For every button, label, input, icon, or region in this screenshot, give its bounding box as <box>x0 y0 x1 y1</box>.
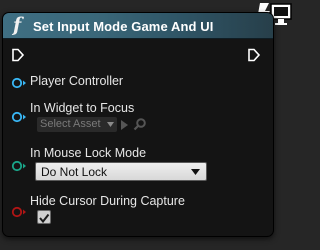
browse-magnifier-icon[interactable] <box>133 117 147 131</box>
hide-cursor-during-capture-label: Hide Cursor During Capture <box>30 194 185 208</box>
player-controller-pin[interactable] <box>11 76 27 89</box>
in-mouse-lock-mode-pin[interactable] <box>11 159 27 172</box>
mouse-lock-mode-dropdown[interactable]: Do Not Lock <box>35 162 207 181</box>
dropdown-caret-icon <box>191 169 200 175</box>
exec-out-icon <box>248 48 261 62</box>
hide-cursor-checkbox[interactable] <box>37 210 51 224</box>
in-mouse-lock-mode-label: In Mouse Lock Mode <box>30 146 147 160</box>
node-title: Set Input Mode Game And UI <box>33 19 214 34</box>
function-icon: f <box>13 14 22 36</box>
in-widget-to-focus-pin[interactable] <box>11 110 27 123</box>
exec-out-pin[interactable] <box>247 48 261 62</box>
player-controller-label: Player Controller <box>30 74 124 88</box>
in-widget-to-focus-label: In Widget to Focus <box>30 101 135 115</box>
exec-in-pin[interactable] <box>11 48 25 62</box>
select-asset-combo[interactable]: Select Asset <box>37 117 117 132</box>
set-input-mode-game-and-ui-node[interactable]: f Set Input Mode Game And UI Player Cont… <box>2 12 274 237</box>
mouse-lock-mode-value: Do Not Lock <box>41 165 108 179</box>
select-asset-text: Select Asset <box>40 118 101 130</box>
exec-in-icon <box>12 48 25 62</box>
chevron-down-icon <box>107 122 114 127</box>
use-selected-arrow-icon[interactable] <box>120 118 129 130</box>
node-header[interactable]: f Set Input Mode Game And UI <box>3 13 273 39</box>
blueprint-graph-canvas[interactable]: f Set Input Mode Game And UI Player Cont… <box>0 0 296 250</box>
hide-cursor-during-capture-pin[interactable] <box>11 205 27 218</box>
checkmark-icon <box>39 213 50 224</box>
